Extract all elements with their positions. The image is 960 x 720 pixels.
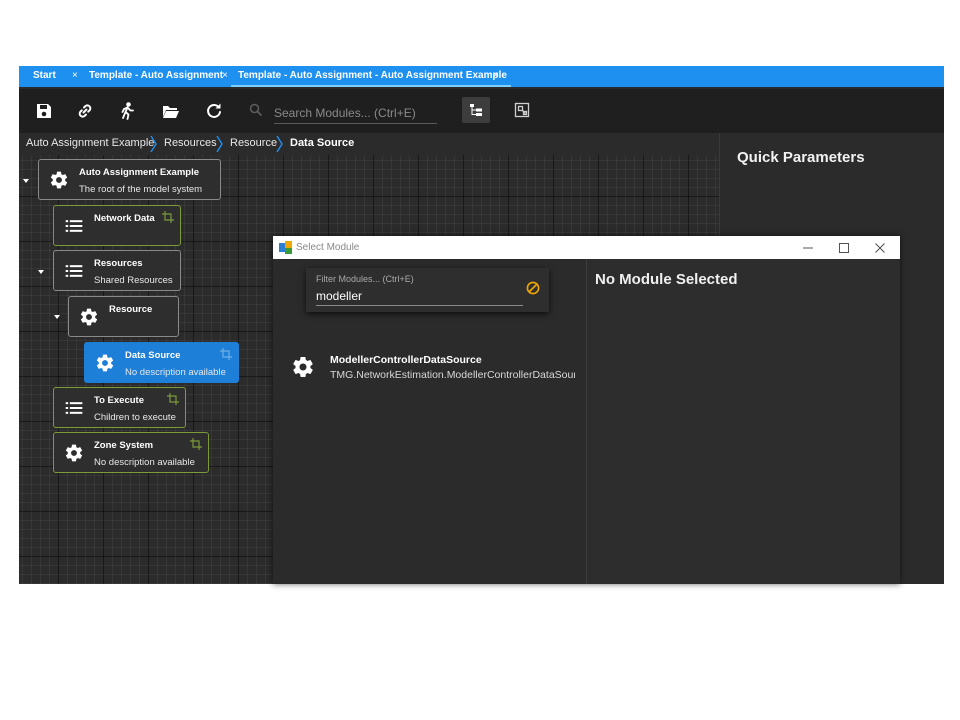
filter-input[interactable]: [316, 287, 523, 306]
no-module-selected-label: No Module Selected: [595, 271, 738, 288]
minimize-icon[interactable]: [800, 240, 816, 256]
gear-icon: [96, 354, 114, 371]
node-title: Zone System: [94, 440, 154, 451]
module-list-item[interactable]: ModellerControllerDataSource TMG.Network…: [273, 349, 586, 385]
node-network-data[interactable]: Network Data: [53, 205, 181, 246]
tree-view-button[interactable]: [462, 97, 490, 123]
app-logo-icon: [279, 241, 292, 254]
gear-icon: [50, 171, 68, 188]
node-data-source[interactable]: Data Source No description available: [84, 342, 239, 383]
toolbar: [19, 89, 944, 133]
filter-box: Filter Modules... (Ctrl+E): [306, 268, 549, 312]
breadcrumb-item-resources[interactable]: Resources: [164, 137, 217, 149]
search-input[interactable]: [274, 103, 437, 124]
active-tab-indicator: [231, 85, 511, 87]
search-area: [247, 99, 439, 125]
quick-parameters-title: Quick Parameters: [737, 149, 865, 166]
node-description: The root of the model system: [79, 184, 203, 195]
collapse-icon[interactable]: [22, 177, 30, 185]
link-view-icon: [514, 102, 530, 118]
list-icon: [65, 264, 83, 277]
breadcrumb-separator-icon: [216, 136, 223, 152]
run-icon[interactable]: [117, 101, 137, 121]
select-module-dialog: Select Module Filter Modules... (Ctrl+E)…: [273, 236, 900, 584]
dialog-titlebar[interactable]: Select Module: [273, 236, 900, 259]
breadcrumb-item-auto-assignment-example[interactable]: Auto Assignment Example: [26, 137, 154, 149]
gear-icon: [293, 357, 313, 378]
node-resource[interactable]: Resource: [68, 296, 179, 337]
node-resources[interactable]: Resources Shared Resources: [53, 250, 181, 291]
node-zone-system[interactable]: Zone System No description available: [53, 432, 209, 473]
tab-start[interactable]: Start: [33, 66, 56, 87]
breadcrumb: Auto Assignment Example Resources Resour…: [19, 133, 719, 155]
node-description: Shared Resources: [94, 275, 173, 286]
node-title: Auto Assignment Example: [79, 167, 200, 178]
close-icon[interactable]: [872, 240, 888, 256]
save-icon[interactable]: [34, 101, 54, 121]
search-icon: [249, 103, 263, 117]
breadcrumb-item-resource[interactable]: Resource: [230, 137, 277, 149]
gear-icon: [80, 308, 98, 325]
crop-icon[interactable]: [190, 438, 202, 450]
tab-template-close-icon[interactable]: ×: [222, 66, 228, 87]
breadcrumb-separator-icon: [150, 136, 157, 152]
filter-label: Filter Modules... (Ctrl+E): [316, 274, 414, 284]
collapse-icon[interactable]: [37, 268, 45, 276]
link-view-button[interactable]: [508, 97, 536, 123]
breadcrumb-separator-icon: [276, 136, 283, 152]
module-details-pane: No Module Selected: [587, 259, 900, 584]
dialog-title: Select Module: [296, 242, 360, 253]
node-description: Children to execute: [94, 412, 176, 423]
module-path: TMG.NetworkEstimation.ModellerController…: [330, 369, 575, 381]
node-to-execute[interactable]: To Execute Children to execute: [53, 387, 186, 428]
list-icon: [65, 219, 83, 232]
gear-icon: [65, 444, 83, 461]
node-description: No description available: [125, 367, 226, 378]
maximize-icon[interactable]: [836, 240, 852, 256]
tab-template-auto-assignment[interactable]: Template - Auto Assignment: [89, 66, 223, 87]
tab-auto-assignment-example[interactable]: Template - Auto Assignment - Auto Assign…: [238, 66, 507, 87]
refresh-icon[interactable]: [204, 101, 224, 121]
tab-example-close-icon[interactable]: ×: [493, 66, 499, 87]
node-title: To Execute: [94, 395, 144, 406]
node-title: Resources: [94, 258, 143, 269]
crop-icon[interactable]: [162, 211, 174, 223]
module-name: ModellerControllerDataSource: [330, 354, 482, 366]
crop-icon[interactable]: [167, 393, 179, 405]
list-icon: [65, 401, 83, 414]
tab-bar: Start × Template - Auto Assignment × Tem…: [19, 66, 944, 87]
tab-start-close-icon[interactable]: ×: [72, 66, 78, 87]
folder-open-icon[interactable]: [161, 101, 181, 121]
crop-icon[interactable]: [220, 348, 232, 360]
node-description: No description available: [94, 457, 195, 468]
module-list-pane: Filter Modules... (Ctrl+E) ModellerContr…: [273, 259, 586, 584]
link-icon[interactable]: [75, 101, 95, 121]
clear-filter-icon[interactable]: [526, 281, 540, 295]
collapse-icon[interactable]: [53, 313, 61, 321]
tree-view-icon: [470, 104, 482, 116]
breadcrumb-item-data-source[interactable]: Data Source: [290, 137, 354, 149]
node-title: Network Data: [94, 213, 155, 224]
node-title: Data Source: [125, 350, 181, 361]
node-auto-assignment-example[interactable]: Auto Assignment Example The root of the …: [38, 159, 221, 200]
node-title: Resource: [109, 304, 153, 315]
